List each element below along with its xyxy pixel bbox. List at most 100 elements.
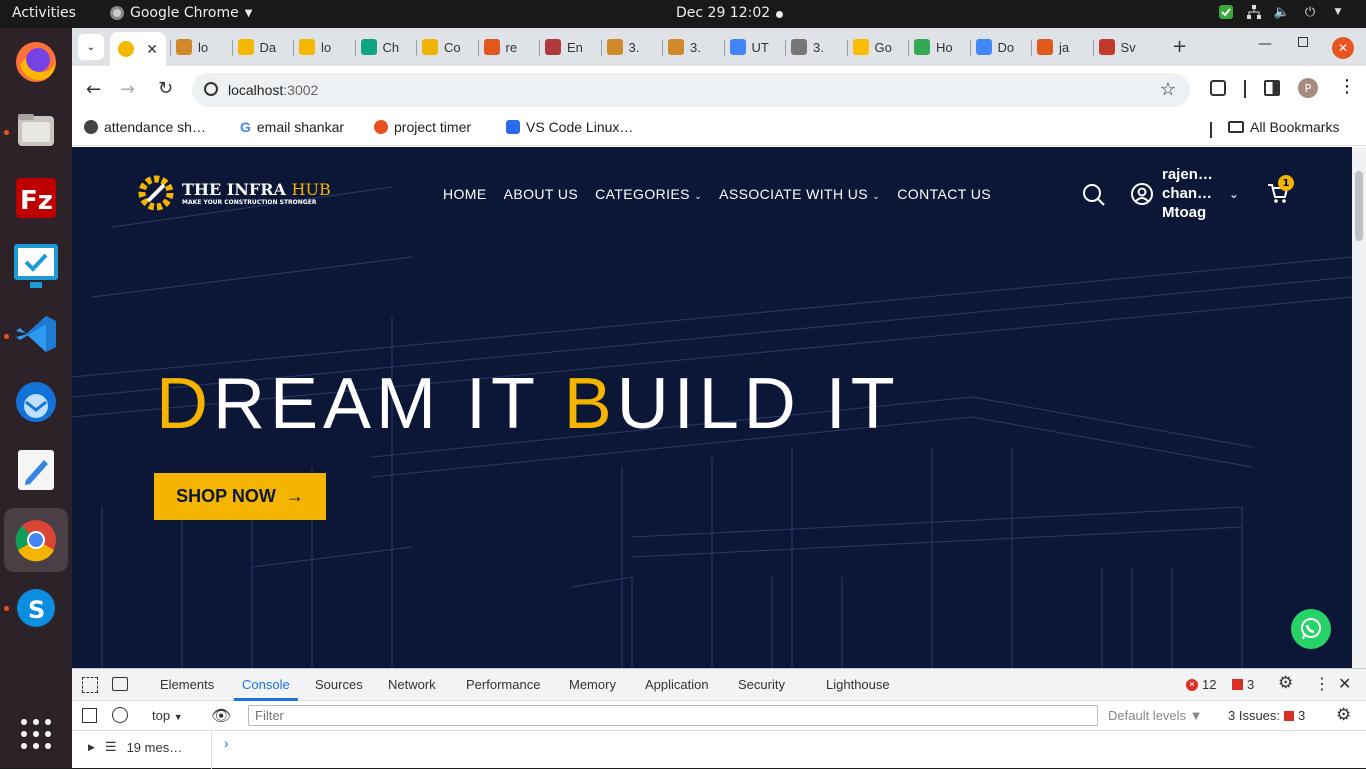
tab-item[interactable]: ja (1037, 32, 1069, 62)
tab-item[interactable]: Sv (1098, 32, 1136, 62)
tab-item[interactable]: Ch (360, 32, 400, 62)
warning-count[interactable]: 3 (1232, 677, 1254, 692)
tab-search-button[interactable]: ⌄ (78, 34, 104, 60)
address-bar[interactable]: localhost:3002 ☆ (192, 73, 1190, 107)
scrollbar-thumb[interactable] (1355, 171, 1363, 241)
shop-now-button[interactable]: SHOP NOW → (154, 473, 326, 520)
tab-item[interactable]: Go (852, 32, 892, 62)
task-monitor-icon[interactable] (12, 242, 60, 290)
minimize-button[interactable]: — (1258, 36, 1272, 52)
reload-button[interactable]: ↻ (158, 78, 173, 99)
inspect-element-icon[interactable] (82, 677, 98, 693)
cart-button[interactable]: 1 (1266, 175, 1294, 209)
extensions-icon[interactable] (1210, 80, 1226, 96)
tab-active[interactable]: ✕ (110, 32, 166, 66)
security-shield-icon[interactable] (1218, 4, 1234, 20)
tab-item[interactable]: En (545, 32, 583, 62)
tab-item[interactable]: Co (422, 32, 461, 62)
skype-icon[interactable]: S (12, 584, 60, 632)
firefox-icon[interactable] (12, 38, 60, 86)
tab-item[interactable]: lo (176, 32, 208, 62)
caret-down-icon[interactable]: ▼ (1330, 4, 1346, 20)
bookmark-star-icon[interactable]: ☆ (1160, 79, 1176, 100)
chrome-icon[interactable] (4, 508, 68, 572)
files-icon[interactable] (12, 106, 60, 154)
devtools-tab-network[interactable]: Network (388, 677, 436, 692)
network-icon[interactable] (1246, 4, 1262, 20)
tab-item[interactable]: 3. (791, 32, 824, 62)
search-icon[interactable] (1082, 183, 1106, 207)
tab-label: Ch (382, 39, 400, 55)
profile-avatar[interactable]: P (1298, 78, 1318, 98)
devtools-tab-security[interactable]: Security (738, 677, 785, 692)
app-menu[interactable]: Google Chrome ▼ (110, 5, 252, 21)
clear-console-icon[interactable] (112, 707, 128, 723)
thunderbird-icon[interactable] (12, 378, 60, 426)
close-icon[interactable]: ✕ (146, 41, 158, 58)
devtools-tab-application[interactable]: Application (645, 677, 709, 692)
filezilla-icon[interactable]: Fz (12, 174, 60, 222)
power-icon[interactable]: ⏻ (1302, 4, 1318, 20)
vscode-bookmark-icon (506, 120, 520, 134)
devtools-tab-memory[interactable]: Memory (569, 677, 616, 692)
log-levels-dropdown[interactable]: Default levels ▼ (1108, 708, 1203, 723)
bookmark-project-timer[interactable]: project timer (374, 119, 471, 135)
whatsapp-button[interactable] (1291, 609, 1331, 649)
app-grid-icon[interactable] (12, 710, 60, 758)
device-toggle-icon[interactable] (112, 677, 128, 691)
tab-item[interactable]: Do (975, 32, 1014, 62)
tab-item[interactable]: Da (237, 32, 276, 62)
error-count[interactable]: ✕ 12 (1186, 677, 1216, 692)
console-prompt-icon[interactable]: › (224, 735, 229, 751)
bookmark-attendance[interactable]: attendance sh… (84, 119, 206, 135)
tab-item[interactable]: re (483, 32, 517, 62)
system-tray[interactable]: 🔈 ⏻ ▼ (1218, 4, 1346, 20)
devtools-tab-performance[interactable]: Performance (466, 677, 540, 692)
new-tab-button[interactable]: + (1172, 36, 1187, 57)
side-panel-icon[interactable] (1264, 80, 1280, 96)
context-selector[interactable]: top ▼ (152, 708, 183, 723)
close-window-button[interactable]: ✕ (1332, 37, 1354, 59)
settings-gear-icon[interactable]: ⚙ (1278, 673, 1293, 693)
site-info-icon[interactable] (204, 82, 218, 96)
console-settings-icon[interactable]: ⚙ (1336, 705, 1351, 725)
messages-group[interactable]: ▶ ☰ 19 mes… (88, 739, 182, 755)
page-scrollbar[interactable] (1352, 147, 1366, 668)
activities-button[interactable]: Activities (12, 5, 76, 21)
live-expression-eye-icon[interactable]: 👁 (211, 706, 231, 726)
tab-item[interactable]: 3. (668, 32, 701, 62)
volume-icon[interactable]: 🔈 (1274, 4, 1290, 20)
back-button[interactable]: ← (86, 79, 101, 100)
clock[interactable]: Dec 29 12:02 (676, 5, 770, 21)
bookmark-email[interactable]: Gemail shankar (240, 119, 344, 135)
all-bookmarks-button[interactable]: All Bookmarks (1228, 119, 1339, 135)
text-editor-icon[interactable] (12, 446, 60, 494)
nav-about[interactable]: ABOUT US (504, 186, 579, 202)
bookmark-vscode[interactable]: VS Code Linux… (506, 119, 633, 135)
close-devtools-icon[interactable]: ✕ (1338, 674, 1351, 694)
site-logo[interactable]: THE INFRA HUB MAKE YOUR CONSTRUCTION STR… (134, 171, 331, 215)
console-filter-input[interactable] (248, 705, 1098, 726)
devtools-tab-elements[interactable]: Elements (160, 677, 214, 692)
sidebar-toggle-icon[interactable] (82, 708, 97, 723)
more-options-icon[interactable]: ⋮ (1314, 674, 1330, 694)
maximize-button[interactable] (1298, 37, 1308, 47)
nav-home[interactable]: HOME (443, 186, 487, 202)
issues-button[interactable]: 3 Issues: 3 (1228, 708, 1305, 723)
tab-item[interactable]: Ho (914, 32, 953, 62)
tab-item[interactable]: UT (729, 32, 769, 62)
devtools-tab-lighthouse[interactable]: Lighthouse (826, 677, 890, 692)
nav-categories[interactable]: CATEGORIES ⌄ (595, 186, 702, 202)
menu-kebab-icon[interactable]: ⋮ (1338, 76, 1356, 97)
tab-item[interactable]: lo (299, 32, 331, 62)
vscode-icon[interactable] (12, 310, 60, 358)
tab-item[interactable]: 3. (606, 32, 639, 62)
logo-accent-text: HUB (291, 180, 331, 199)
nav-contact[interactable]: CONTACT US (897, 186, 991, 202)
forward-button[interactable]: → (120, 79, 135, 100)
devtools-tab-sources[interactable]: Sources (315, 677, 363, 692)
devtools-tab-console[interactable]: Console (242, 677, 290, 692)
user-menu[interactable]: rajen… chan… Mtoag ⌄ (1130, 165, 1239, 222)
nav-associate[interactable]: ASSOCIATE WITH US ⌄ (719, 186, 880, 202)
shop-now-label: SHOP NOW (176, 486, 276, 506)
